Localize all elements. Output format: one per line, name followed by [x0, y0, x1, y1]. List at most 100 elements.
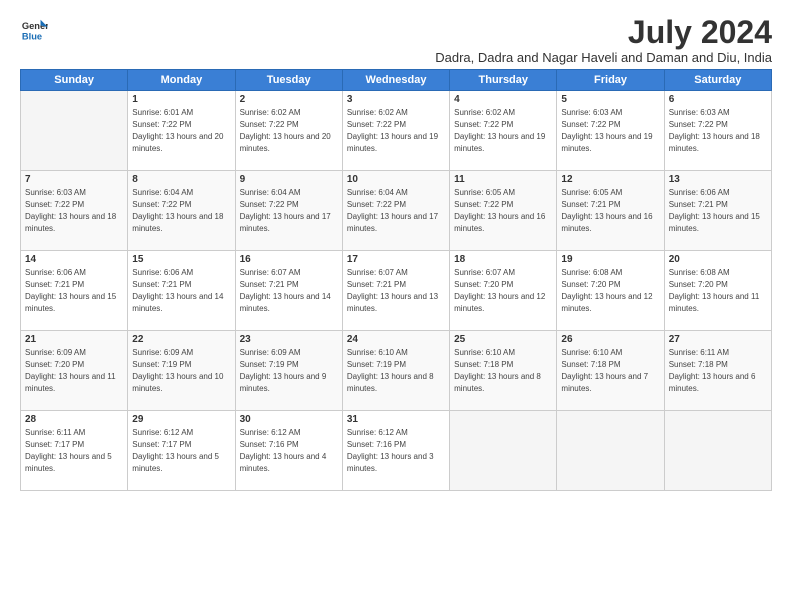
day-number: 3: [347, 94, 445, 105]
day-info: Sunrise: 6:11 AM Sunset: 7:17 PM Dayligh…: [25, 427, 123, 475]
calendar-cell: 15 Sunrise: 6:06 AM Sunset: 7:21 PM Dayl…: [128, 251, 235, 331]
day-number: 13: [669, 174, 767, 185]
calendar-cell: 12 Sunrise: 6:05 AM Sunset: 7:21 PM Dayl…: [557, 171, 664, 251]
day-info: Sunrise: 6:11 AM Sunset: 7:18 PM Dayligh…: [669, 347, 767, 395]
subtitle: Dadra, Dadra and Nagar Haveli and Daman …: [435, 50, 772, 65]
day-info: Sunrise: 6:09 AM Sunset: 7:20 PM Dayligh…: [25, 347, 123, 395]
weekday-sat: Saturday: [664, 70, 771, 91]
day-number: 6: [669, 94, 767, 105]
day-info: Sunrise: 6:05 AM Sunset: 7:21 PM Dayligh…: [561, 187, 659, 235]
day-info: Sunrise: 6:01 AM Sunset: 7:22 PM Dayligh…: [132, 107, 230, 155]
day-number: 16: [240, 254, 338, 265]
day-number: 1: [132, 94, 230, 105]
calendar-cell: 13 Sunrise: 6:06 AM Sunset: 7:21 PM Dayl…: [664, 171, 771, 251]
calendar-cell: 25 Sunrise: 6:10 AM Sunset: 7:18 PM Dayl…: [450, 331, 557, 411]
calendar-table: Sunday Monday Tuesday Wednesday Thursday…: [20, 69, 772, 491]
day-info: Sunrise: 6:04 AM Sunset: 7:22 PM Dayligh…: [347, 187, 445, 235]
calendar-cell: 26 Sunrise: 6:10 AM Sunset: 7:18 PM Dayl…: [557, 331, 664, 411]
calendar-cell: 10 Sunrise: 6:04 AM Sunset: 7:22 PM Dayl…: [342, 171, 449, 251]
day-number: 8: [132, 174, 230, 185]
day-info: Sunrise: 6:07 AM Sunset: 7:21 PM Dayligh…: [347, 267, 445, 315]
day-number: 26: [561, 334, 659, 345]
calendar-week-row: 21 Sunrise: 6:09 AM Sunset: 7:20 PM Dayl…: [21, 331, 772, 411]
day-number: 18: [454, 254, 552, 265]
calendar-cell: 31 Sunrise: 6:12 AM Sunset: 7:16 PM Dayl…: [342, 411, 449, 491]
day-number: 5: [561, 94, 659, 105]
calendar-cell: 1 Sunrise: 6:01 AM Sunset: 7:22 PM Dayli…: [128, 91, 235, 171]
calendar-cell: [450, 411, 557, 491]
logo-icon: General Blue: [20, 16, 48, 44]
day-info: Sunrise: 6:04 AM Sunset: 7:22 PM Dayligh…: [132, 187, 230, 235]
day-number: 24: [347, 334, 445, 345]
weekday-thu: Thursday: [450, 70, 557, 91]
day-info: Sunrise: 6:08 AM Sunset: 7:20 PM Dayligh…: [561, 267, 659, 315]
page-header: General Blue July 2024 Dadra, Dadra and …: [20, 16, 772, 65]
calendar-cell: 5 Sunrise: 6:03 AM Sunset: 7:22 PM Dayli…: [557, 91, 664, 171]
day-info: Sunrise: 6:03 AM Sunset: 7:22 PM Dayligh…: [561, 107, 659, 155]
calendar-cell: 8 Sunrise: 6:04 AM Sunset: 7:22 PM Dayli…: [128, 171, 235, 251]
calendar-cell: 27 Sunrise: 6:11 AM Sunset: 7:18 PM Dayl…: [664, 331, 771, 411]
weekday-header-row: Sunday Monday Tuesday Wednesday Thursday…: [21, 70, 772, 91]
calendar-cell: 11 Sunrise: 6:05 AM Sunset: 7:22 PM Dayl…: [450, 171, 557, 251]
calendar-cell: 9 Sunrise: 6:04 AM Sunset: 7:22 PM Dayli…: [235, 171, 342, 251]
day-number: 2: [240, 94, 338, 105]
calendar-cell: 30 Sunrise: 6:12 AM Sunset: 7:16 PM Dayl…: [235, 411, 342, 491]
calendar-cell: 14 Sunrise: 6:06 AM Sunset: 7:21 PM Dayl…: [21, 251, 128, 331]
calendar-cell: 17 Sunrise: 6:07 AM Sunset: 7:21 PM Dayl…: [342, 251, 449, 331]
day-info: Sunrise: 6:04 AM Sunset: 7:22 PM Dayligh…: [240, 187, 338, 235]
day-number: 12: [561, 174, 659, 185]
day-info: Sunrise: 6:03 AM Sunset: 7:22 PM Dayligh…: [669, 107, 767, 155]
logo: General Blue: [20, 16, 48, 44]
day-info: Sunrise: 6:12 AM Sunset: 7:17 PM Dayligh…: [132, 427, 230, 475]
day-number: 15: [132, 254, 230, 265]
svg-text:Blue: Blue: [22, 31, 42, 41]
calendar-cell: 24 Sunrise: 6:10 AM Sunset: 7:19 PM Dayl…: [342, 331, 449, 411]
day-number: 9: [240, 174, 338, 185]
day-info: Sunrise: 6:02 AM Sunset: 7:22 PM Dayligh…: [454, 107, 552, 155]
day-info: Sunrise: 6:02 AM Sunset: 7:22 PM Dayligh…: [240, 107, 338, 155]
calendar-cell: 23 Sunrise: 6:09 AM Sunset: 7:19 PM Dayl…: [235, 331, 342, 411]
day-info: Sunrise: 6:10 AM Sunset: 7:19 PM Dayligh…: [347, 347, 445, 395]
day-info: Sunrise: 6:06 AM Sunset: 7:21 PM Dayligh…: [132, 267, 230, 315]
weekday-sun: Sunday: [21, 70, 128, 91]
calendar-cell: 6 Sunrise: 6:03 AM Sunset: 7:22 PM Dayli…: [664, 91, 771, 171]
day-number: 10: [347, 174, 445, 185]
day-info: Sunrise: 6:10 AM Sunset: 7:18 PM Dayligh…: [454, 347, 552, 395]
day-number: 21: [25, 334, 123, 345]
day-info: Sunrise: 6:08 AM Sunset: 7:20 PM Dayligh…: [669, 267, 767, 315]
day-info: Sunrise: 6:09 AM Sunset: 7:19 PM Dayligh…: [240, 347, 338, 395]
day-info: Sunrise: 6:09 AM Sunset: 7:19 PM Dayligh…: [132, 347, 230, 395]
day-number: 11: [454, 174, 552, 185]
day-number: 22: [132, 334, 230, 345]
calendar-week-row: 28 Sunrise: 6:11 AM Sunset: 7:17 PM Dayl…: [21, 411, 772, 491]
day-info: Sunrise: 6:03 AM Sunset: 7:22 PM Dayligh…: [25, 187, 123, 235]
day-number: 17: [347, 254, 445, 265]
day-number: 30: [240, 414, 338, 425]
day-info: Sunrise: 6:06 AM Sunset: 7:21 PM Dayligh…: [669, 187, 767, 235]
day-number: 29: [132, 414, 230, 425]
calendar-cell: 21 Sunrise: 6:09 AM Sunset: 7:20 PM Dayl…: [21, 331, 128, 411]
calendar-cell: 29 Sunrise: 6:12 AM Sunset: 7:17 PM Dayl…: [128, 411, 235, 491]
day-number: 27: [669, 334, 767, 345]
day-number: 19: [561, 254, 659, 265]
day-info: Sunrise: 6:05 AM Sunset: 7:22 PM Dayligh…: [454, 187, 552, 235]
calendar-cell: 2 Sunrise: 6:02 AM Sunset: 7:22 PM Dayli…: [235, 91, 342, 171]
calendar-cell: 7 Sunrise: 6:03 AM Sunset: 7:22 PM Dayli…: [21, 171, 128, 251]
calendar-week-row: 1 Sunrise: 6:01 AM Sunset: 7:22 PM Dayli…: [21, 91, 772, 171]
weekday-wed: Wednesday: [342, 70, 449, 91]
calendar-cell: 16 Sunrise: 6:07 AM Sunset: 7:21 PM Dayl…: [235, 251, 342, 331]
day-number: 14: [25, 254, 123, 265]
day-info: Sunrise: 6:12 AM Sunset: 7:16 PM Dayligh…: [240, 427, 338, 475]
calendar-week-row: 14 Sunrise: 6:06 AM Sunset: 7:21 PM Dayl…: [21, 251, 772, 331]
calendar-cell: 28 Sunrise: 6:11 AM Sunset: 7:17 PM Dayl…: [21, 411, 128, 491]
calendar-cell: 4 Sunrise: 6:02 AM Sunset: 7:22 PM Dayli…: [450, 91, 557, 171]
day-number: 25: [454, 334, 552, 345]
weekday-mon: Monday: [128, 70, 235, 91]
day-number: 23: [240, 334, 338, 345]
calendar-cell: 22 Sunrise: 6:09 AM Sunset: 7:19 PM Dayl…: [128, 331, 235, 411]
day-info: Sunrise: 6:10 AM Sunset: 7:18 PM Dayligh…: [561, 347, 659, 395]
day-number: 7: [25, 174, 123, 185]
day-info: Sunrise: 6:06 AM Sunset: 7:21 PM Dayligh…: [25, 267, 123, 315]
day-number: 4: [454, 94, 552, 105]
calendar-week-row: 7 Sunrise: 6:03 AM Sunset: 7:22 PM Dayli…: [21, 171, 772, 251]
